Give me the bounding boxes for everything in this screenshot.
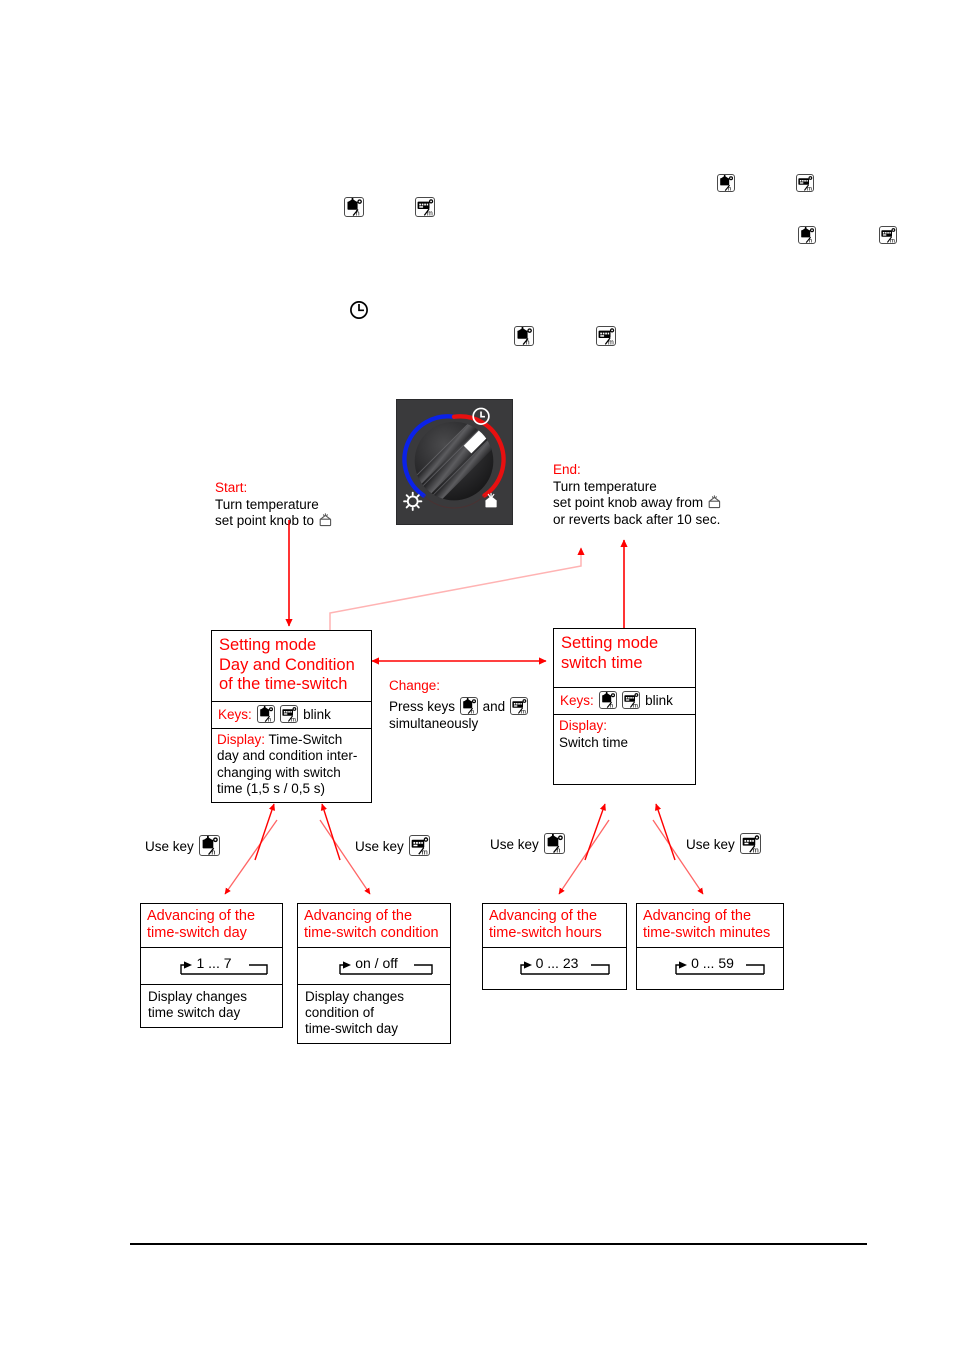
key-minutes-icon[interactable] (509, 697, 528, 715)
key-hours-icon[interactable] (198, 835, 220, 856)
keys-label: Keys: (218, 706, 252, 722)
advance-range-value: 0 ... 23 (535, 955, 579, 971)
advance-title: Advancing of the time-switch minutes (643, 908, 771, 941)
end-line-2: set point knob away from (553, 495, 704, 510)
start-line-1: Turn temperature (215, 496, 319, 512)
key-hours-icon[interactable] (344, 197, 364, 217)
key-minutes-icon[interactable] (596, 326, 617, 346)
use-key-label-condition: Use key (355, 835, 431, 856)
end-heading: End: (553, 462, 581, 477)
end-line-3: or reverts back after 10 sec. (553, 511, 721, 527)
advance-desc: Display changes time switch day (141, 984, 282, 1027)
key-minutes-icon[interactable] (879, 226, 898, 244)
setting-mode-day-condition-box: Setting mode Day and Condition of the ti… (211, 630, 372, 803)
advance-range-row: 0 ... 23 (483, 947, 626, 989)
arrow-to-advancing-day (224, 819, 278, 895)
display-text-line-1: Switch time (559, 734, 629, 750)
advance-desc: Display changes condition of time-switch… (298, 984, 450, 1043)
key-hours-icon[interactable] (543, 833, 565, 854)
advancing-time-switch-day-box: Advancing of the time-switch day 1 ... 7… (140, 903, 283, 1028)
flow-connectors (224, 520, 704, 895)
key-minutes-icon[interactable] (622, 691, 641, 709)
footer-divider (130, 1243, 867, 1245)
temperature-set-point-knob[interactable] (396, 399, 513, 525)
keys-suffix: blink (645, 693, 673, 708)
arrow-to-advancing-condition (319, 819, 371, 895)
key-minutes-icon[interactable] (415, 197, 436, 217)
keys-label: Keys: (560, 693, 594, 708)
change-annotation: Change: Press keys and simultaneously (389, 677, 534, 732)
use-key-label-day: Use key (145, 835, 221, 856)
use-key-label-hours: Use key (490, 833, 566, 854)
key-hours-icon[interactable] (459, 697, 478, 715)
mode-keys-row: Keys: blink (554, 687, 695, 714)
arrow-day-mode-to-end (329, 547, 585, 630)
advancing-time-switch-hours-box: Advancing of the time-switch hours 0 ...… (482, 903, 627, 990)
knob-sun-icon (403, 491, 423, 511)
setting-mode-switch-time-box: Setting mode switch time Keys: blink Dis… (553, 628, 696, 785)
mode-title: Setting mode switch time (561, 634, 659, 672)
start-line-2: set point knob to (215, 513, 315, 528)
arrow-to-advancing-minutes (652, 819, 704, 895)
change-line-2: simultaneously (389, 716, 479, 731)
start-annotation: Start: Turn temperature set point knob t… (215, 480, 390, 530)
frost-icon (318, 513, 333, 528)
advance-range-value: on / off (355, 955, 398, 971)
display-text-line-2: day and condition inter- (217, 748, 358, 763)
end-line-1: Turn temperature (553, 478, 657, 494)
display-label: Display: (559, 718, 608, 733)
key-hours-icon[interactable] (716, 174, 735, 192)
advance-range-row: 0 ... 59 (637, 947, 783, 989)
use-key-label-minutes: Use key (686, 833, 762, 854)
page-canvas: h m (0, 0, 954, 1351)
keys-suffix: blink (303, 706, 331, 722)
advance-range-value: 1 ... 7 (196, 955, 232, 971)
change-line-1-pre: Press keys (389, 699, 456, 714)
arrow-to-advancing-hours (558, 819, 610, 895)
mode-keys-row: Keys: blink (212, 700, 371, 728)
advancing-time-switch-minutes-box: Advancing of the time-switch minutes 0 .… (636, 903, 784, 990)
arrow-up-switch-time-left (584, 803, 606, 861)
display-text-line-1: Time-Switch (268, 731, 343, 747)
advance-title: Advancing of the time-switch condition (304, 908, 439, 941)
key-hours-icon[interactable] (797, 226, 816, 244)
mode-title: Setting mode Day and Condition of the ti… (219, 636, 355, 693)
arrow-up-day-mode-right (320, 803, 341, 861)
advance-title: Advancing of the time-switch hours (489, 908, 602, 941)
arrow-up-switch-time-right (654, 803, 676, 861)
display-text-line-4: time (1,5 s / 0,5 s) (217, 781, 326, 796)
key-hours-icon[interactable] (256, 704, 275, 723)
arrow-up-day-mode-left (254, 803, 276, 861)
key-minutes-icon[interactable] (408, 835, 430, 856)
display-label: Display: (217, 731, 266, 747)
change-heading: Change: (389, 678, 441, 693)
key-hours-icon[interactable] (513, 326, 534, 346)
change-line-1-mid: and (482, 699, 506, 714)
clock-icon (349, 300, 369, 320)
advancing-time-switch-condition-box: Advancing of the time-switch condition o… (297, 903, 451, 1044)
end-annotation: End: Turn temperature set point knob awa… (553, 462, 768, 528)
mode-display-row: Display: Time-Switch day and condition i… (212, 727, 371, 802)
display-text-line-3: changing with switch (217, 764, 341, 780)
key-minutes-icon[interactable] (796, 174, 815, 192)
advance-title: Advancing of the time-switch day (147, 908, 256, 941)
key-minutes-icon[interactable] (280, 704, 299, 723)
advance-range-value: 0 ... 59 (691, 955, 734, 971)
mode-display-row: Display: Switch time (554, 714, 695, 784)
key-minutes-icon[interactable] (739, 833, 761, 854)
advance-range-row: on / off (298, 947, 450, 984)
start-heading: Start: (215, 480, 248, 495)
frost-icon (707, 495, 722, 510)
key-hours-icon[interactable] (598, 691, 617, 709)
advance-range-row: 1 ... 7 (141, 947, 282, 984)
